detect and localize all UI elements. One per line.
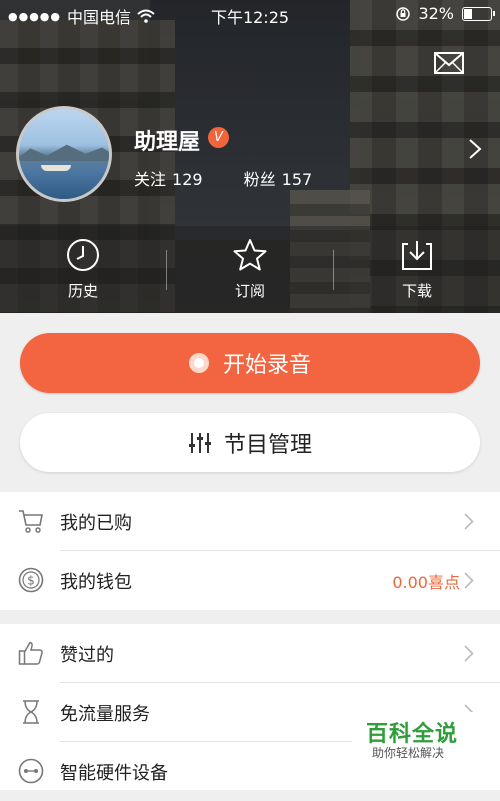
chevron-right-icon — [464, 513, 474, 530]
svg-text:$: $ — [27, 574, 35, 588]
quick-action-subscribe[interactable]: 订阅 — [167, 226, 333, 313]
thumbs-up-icon — [18, 641, 43, 665]
battery-percent: 32% — [418, 4, 454, 23]
battery-icon — [462, 6, 495, 21]
coin-icon: $ — [18, 567, 44, 593]
download-icon — [402, 241, 432, 270]
quick-actions-bar: 历史 订阅 下载 — [0, 226, 500, 313]
menu-item-label: 赞过的 — [60, 644, 114, 666]
clock-icon — [67, 239, 99, 271]
start-recording-button[interactable]: 开始录音 — [20, 333, 480, 393]
watermark: 百科全说 助你轻松解决 — [352, 712, 500, 790]
program-management-label: 节目管理 — [223, 432, 312, 458]
hourglass-icon — [23, 700, 39, 724]
verified-badge: V — [208, 127, 229, 148]
menu-item-label: 我的已购 — [60, 512, 132, 534]
wallet-balance: 0.00喜点 — [392, 572, 460, 592]
rotation-lock-icon — [396, 6, 411, 21]
quick-action-download[interactable]: 下载 — [334, 226, 500, 313]
menu-item-purchased[interactable]: 我的已购 — [0, 492, 500, 551]
chevron-right-icon[interactable] — [468, 138, 482, 160]
start-recording-label: 开始录音 — [222, 353, 311, 378]
device-icon — [18, 758, 44, 784]
quick-action-history[interactable]: 历史 — [0, 226, 166, 313]
following-label[interactable]: 关注 — [134, 170, 166, 189]
chevron-right-icon — [464, 572, 474, 589]
menu-group-purchases: 我的已购 $ 我的钱包 0.00喜点 — [0, 492, 500, 610]
menu-item-wallet[interactable]: $ 我的钱包 0.00喜点 — [0, 551, 500, 610]
program-management-button[interactable]: 节目管理 — [20, 413, 480, 472]
status-bar: ●●●●● 中国电信 下午12:25 32% — [0, 0, 500, 28]
quick-action-label: 历史 — [67, 282, 98, 300]
chevron-right-icon — [464, 645, 474, 662]
avatar[interactable] — [16, 106, 112, 202]
star-icon — [233, 239, 267, 271]
quick-action-label: 下载 — [401, 282, 432, 300]
menu-item-liked[interactable]: 赞过的 — [0, 624, 500, 683]
cart-icon — [19, 510, 43, 533]
fans-count[interactable]: 157 — [282, 170, 313, 189]
watermark-subtitle: 助你轻松解决 — [372, 746, 445, 760]
following-count[interactable]: 129 — [172, 170, 203, 189]
record-icon — [188, 353, 209, 373]
avatar-mountain — [19, 144, 109, 161]
menu-item-label: 免流量服务 — [60, 703, 150, 725]
menu-item-label: 我的钱包 — [60, 571, 132, 593]
avatar-boat — [41, 165, 71, 171]
profile-stats: 关注 129 粉丝 157 — [134, 166, 318, 190]
fans-label[interactable]: 粉丝 — [244, 170, 276, 189]
mail-icon[interactable] — [434, 52, 464, 74]
profile-name[interactable]: 助理屋 — [134, 124, 200, 156]
sliders-icon — [188, 432, 211, 453]
quick-action-label: 订阅 — [234, 282, 265, 300]
menu-item-label: 智能硬件设备 — [60, 762, 168, 784]
profile-header: ●●●●● 中国电信 下午12:25 32% 助理屋 V 关注 129 粉丝 1… — [0, 0, 500, 313]
